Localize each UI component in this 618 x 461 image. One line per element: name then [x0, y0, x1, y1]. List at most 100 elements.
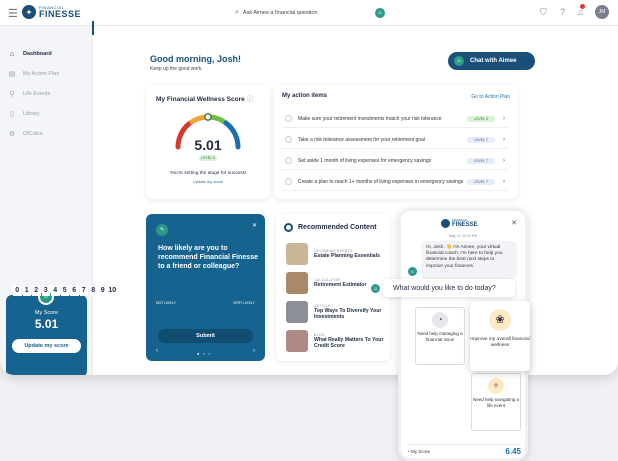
help-icon[interactable]: ?: [560, 7, 565, 17]
logo[interactable]: ✦ FINANCIAL FINESSE: [22, 5, 81, 19]
phone-logo: FINANCIAL FINESSE: [441, 219, 478, 228]
sidebar-item-library[interactable]: ▯ Library: [8, 107, 40, 121]
rating-option[interactable]: 7: [79, 285, 88, 296]
go-to-action-plan-link[interactable]: Go to Action Plan: [471, 94, 510, 100]
plan-icon: ▤: [8, 71, 16, 78]
prev-arrow-icon[interactable]: ‹: [156, 348, 158, 354]
sidebar-item-dashboard[interactable]: ⌂ Dashboard: [8, 47, 52, 61]
active-indicator: [92, 21, 94, 35]
chat-bubble: Hi, Josh. 👋 I'm Aimee, your virtual fina…: [421, 241, 517, 279]
avatar[interactable]: JM: [595, 5, 609, 19]
action-item-row[interactable]: Take a risk tolerance assessment for you…: [282, 131, 508, 149]
chevron-right-icon[interactable]: ›: [503, 158, 505, 164]
prompt-question-text: What would you like to do today?: [393, 284, 496, 292]
not-likely-label: NOT LIKELY: [156, 301, 176, 305]
greeting-title: Good morning, Josh!: [150, 54, 241, 64]
action-item-row[interactable]: Make sure your retirement investments ma…: [282, 110, 508, 128]
sidebar-item-life-events[interactable]: ⚲ Life Events: [8, 87, 50, 101]
wellness-score-value: 5.01: [194, 137, 222, 153]
chevron-right-icon[interactable]: ›: [503, 116, 505, 122]
menu-icon[interactable]: ☰: [8, 7, 18, 20]
chat-with-aimee-button[interactable]: ☺ Chat with Aimee: [448, 52, 535, 70]
action-item-row[interactable]: Set aside 1 month of living expenses for…: [282, 152, 508, 170]
search-bar[interactable]: ⌕ Ask Aimee a financial question ☺: [235, 6, 385, 20]
rating-option[interactable]: 6: [70, 285, 79, 296]
rating-option[interactable]: 0: [13, 285, 22, 296]
rating-option[interactable]: 2: [32, 285, 41, 296]
pagination-dots: ● ○ ○: [197, 351, 212, 356]
update-score-button[interactable]: Update my score: [12, 339, 81, 353]
action-items-card: My action items Go to Action Plan Make s…: [274, 85, 518, 199]
target-icon: [284, 223, 293, 232]
rating-option[interactable]: 9: [98, 285, 107, 296]
phone-score-label: My Score: [410, 449, 430, 454]
very-likely-label: VERY LIKELY: [233, 301, 255, 305]
shield-icon[interactable]: ⛉: [540, 7, 547, 18]
option-improve-wellness[interactable]: ❀ Improve my overall financial wellness: [470, 301, 530, 371]
content-item[interactable]: BLOG What Really Matters To Your Credit S…: [286, 328, 386, 354]
content-item[interactable]: ARTICLE Top Ways To Diversify Your Invest…: [286, 299, 386, 325]
rating-option[interactable]: 8: [89, 285, 98, 296]
option-label: Improve my overall financial wellness: [470, 337, 530, 348]
option-financial-issue[interactable]: ◔ Need help managing a financial issue: [415, 307, 465, 365]
logo-mark-icon: ✦: [22, 5, 36, 19]
content-item[interactable]: UPCOMING EVENTS Estate Planning Essential…: [286, 241, 386, 267]
content-thumbnail: [286, 243, 308, 265]
phone-score-bar: ◔ My Score 6.45: [407, 444, 521, 458]
content-title: Estate Planning Essentials: [314, 253, 381, 259]
sidebar-item-label: Dashboard: [23, 51, 52, 57]
checkbox-circle[interactable]: [285, 157, 292, 164]
chat-button-label: Chat with Aimee: [470, 58, 517, 64]
action-items-title: My action items: [282, 93, 328, 99]
greeting-subtitle: Keep up the good work.: [150, 66, 203, 72]
next-arrow-icon[interactable]: ›: [253, 348, 255, 354]
search-placeholder: Ask Aimee a financial question: [242, 10, 318, 16]
aimee-bot-icon[interactable]: ☺: [375, 8, 385, 18]
checkbox-circle[interactable]: [285, 178, 292, 185]
rating-option[interactable]: 3: [41, 285, 50, 296]
aimee-bot-icon: ☺: [369, 282, 382, 295]
content-title: What Really Matters To Your Credit Score: [314, 337, 384, 349]
sidebar-item-label: Life Events: [23, 91, 51, 97]
level-badge: LEVEL 5: [199, 155, 217, 161]
sidebar-item-label: My Action Plan: [23, 71, 60, 77]
close-icon[interactable]: ✕: [252, 222, 257, 229]
option-label: Need help managing a financial issue: [417, 331, 463, 342]
wellness-message: You're setting the stage for success!: [169, 171, 247, 176]
plant-icon: ❀: [489, 309, 511, 331]
level-badge: LEVEL 7: [467, 178, 495, 185]
sidebar-item-ofcalce[interactable]: ⚙ OfCalce: [8, 127, 43, 141]
rating-option[interactable]: 10: [108, 285, 117, 296]
close-icon[interactable]: ✕: [511, 219, 517, 227]
survey-icon: ✎: [156, 224, 168, 236]
pin-icon: ⚲: [9, 91, 15, 98]
book-icon: ▯: [10, 111, 14, 118]
checkbox-circle[interactable]: [285, 115, 292, 122]
option-label: Need help navigating a life event: [472, 397, 520, 408]
wellness-title: My Financial Wellness Score ⓘ: [156, 96, 254, 103]
update-score-link[interactable]: Update my score: [146, 179, 270, 184]
gauge-marker: [204, 113, 212, 121]
action-item-text: Create a plan to reach 1+ months of livi…: [298, 178, 464, 185]
nps-survey-card: ✎ ✕ How likely are you to recommend Fina…: [146, 214, 265, 361]
chevron-right-icon[interactable]: ›: [503, 137, 505, 143]
checkbox-circle[interactable]: [285, 136, 292, 143]
info-icon[interactable]: ⓘ: [247, 96, 254, 103]
level-badge: LEVEL 7: [467, 136, 495, 143]
option-life-event[interactable]: ✧ Need help navigating a life event: [471, 373, 521, 431]
compass-icon: ✧: [488, 378, 504, 394]
logo-main-text: FINESSE: [452, 222, 478, 228]
rating-option[interactable]: 5: [60, 285, 69, 296]
content-title: Top Ways To Diversify Your Investments: [314, 308, 382, 320]
action-item-row[interactable]: Create a plan to reach 1+ months of livi…: [282, 173, 508, 191]
rating-scale: 0 1 2 3 4 5 6 7 8 9 10: [13, 285, 117, 296]
rating-option[interactable]: 4: [51, 285, 60, 296]
sidebar-item-action-plan[interactable]: ▤ My Action Plan: [8, 67, 60, 81]
rating-option[interactable]: 1: [22, 285, 31, 296]
submit-button[interactable]: Submit: [158, 329, 253, 343]
score-value: 5.01: [34, 317, 59, 331]
chevron-right-icon[interactable]: ›: [503, 179, 505, 185]
wellness-score-card: My Financial Wellness Score ⓘ 5.01 LEVEL…: [146, 85, 270, 199]
logo-mark-icon: [441, 219, 450, 228]
score-label: My Score: [34, 310, 59, 316]
